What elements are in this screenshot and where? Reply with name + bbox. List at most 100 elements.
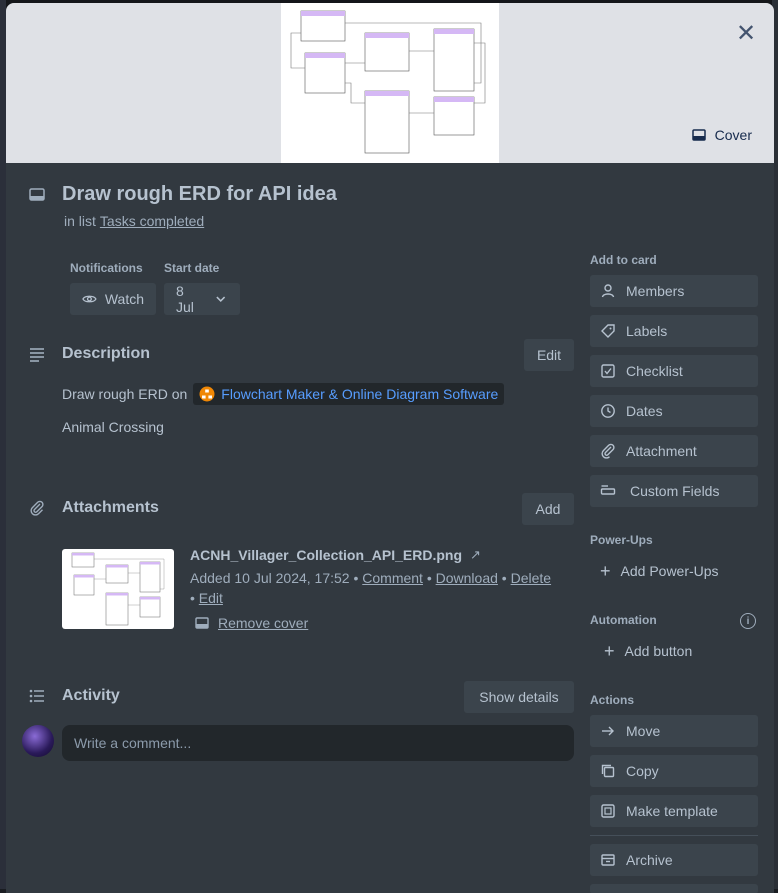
move-label: Move xyxy=(626,723,661,739)
person-icon xyxy=(601,284,615,298)
automation-label: Automation xyxy=(590,613,657,627)
notifications-label: Notifications xyxy=(70,261,143,275)
attachments-add-button[interactable]: Add xyxy=(522,493,574,525)
paperclip-icon xyxy=(26,497,48,519)
template-icon xyxy=(601,804,615,818)
separator-dot: • xyxy=(190,590,195,606)
actions-label: Actions xyxy=(590,693,635,707)
separator-dot: • xyxy=(353,570,359,586)
labels-button[interactable]: Labels xyxy=(590,315,758,347)
activity-header: Activity xyxy=(26,685,120,707)
make-template-button[interactable]: Make template xyxy=(590,795,758,827)
drawio-link-text: Flowchart Maker & Online Diagram Softwar… xyxy=(221,386,499,402)
avatar[interactable] xyxy=(22,725,54,757)
clock-icon xyxy=(601,404,615,418)
watch-label: Watch xyxy=(104,291,144,307)
move-button[interactable]: Move xyxy=(590,715,758,747)
close-button[interactable]: ✕ xyxy=(730,17,762,49)
attachments-header: Attachments xyxy=(26,497,159,519)
attachment-label: Attachment xyxy=(626,443,697,459)
start-date-button[interactable]: 8 Jul xyxy=(164,283,240,315)
start-date-value: 8 Jul xyxy=(176,283,194,315)
remove-cover-button[interactable]: Remove cover xyxy=(194,615,308,631)
cover-button[interactable]: Cover xyxy=(681,120,762,150)
archive-button[interactable]: Archive xyxy=(590,844,758,876)
card-header: Draw rough ERD for API idea xyxy=(26,183,337,206)
show-details-label: Show details xyxy=(479,689,559,705)
activity-icon xyxy=(26,685,48,707)
plus-icon: + xyxy=(604,640,615,661)
archive-icon xyxy=(601,854,615,866)
dates-button[interactable]: Dates xyxy=(590,395,758,427)
powerups-label: Power-Ups xyxy=(590,533,653,547)
members-label: Members xyxy=(626,283,685,299)
description-edit-label: Edit xyxy=(536,347,562,363)
external-link-icon[interactable]: ↗ xyxy=(470,547,481,563)
card-detail-modal: ✕ Cover Draw rough ERD for API idea in l… xyxy=(6,3,774,893)
description-edit-button[interactable]: Edit xyxy=(524,339,574,371)
custom-fields-label: Custom Fields xyxy=(630,483,720,499)
plus-icon: + xyxy=(600,560,611,581)
cover-button-label: Cover xyxy=(714,127,752,143)
make-template-label: Make template xyxy=(626,803,718,819)
info-icon[interactable]: i xyxy=(740,613,756,629)
attachment-title-row: ACNH_Villager_Collection_API_ERD.png ↗ xyxy=(190,547,481,563)
copy-label: Copy xyxy=(626,763,659,779)
start-date-label: Start date xyxy=(164,261,220,275)
checkbox-icon xyxy=(601,364,615,378)
watch-button[interactable]: Watch xyxy=(70,283,156,315)
card-cover-icon xyxy=(195,617,209,629)
add-powerups-button[interactable]: + Add Power-Ups xyxy=(590,555,758,587)
card-title[interactable]: Draw rough ERD for API idea xyxy=(62,183,337,206)
attachments-add-label: Add xyxy=(535,501,561,517)
tag-icon xyxy=(601,324,615,338)
activity-heading: Activity xyxy=(62,687,120,704)
copy-icon xyxy=(601,764,615,778)
attachment-meta: Added 10 Jul 2024, 17:52 • Comment • Dow… xyxy=(190,568,580,608)
attachment-edit-link[interactable]: Edit xyxy=(199,590,223,606)
card-cover: ✕ Cover xyxy=(6,3,774,163)
comment-input[interactable]: Write a comment... xyxy=(62,725,574,761)
description-body: Draw rough ERD on Flowchart Maker & Onli… xyxy=(62,383,505,405)
dates-label: Dates xyxy=(626,403,663,419)
description-icon xyxy=(26,343,48,365)
in-list-prefix: in list xyxy=(64,213,96,229)
members-button[interactable]: Members xyxy=(590,275,758,307)
attachment-download-link[interactable]: Download xyxy=(436,570,498,586)
close-icon: ✕ xyxy=(735,19,757,47)
description-text-prefix: Draw rough ERD on xyxy=(62,386,188,402)
copy-button[interactable]: Copy xyxy=(590,755,758,787)
chevron-down-icon xyxy=(215,296,225,303)
attachment-delete-link[interactable]: Delete xyxy=(511,570,551,586)
show-details-button[interactable]: Show details xyxy=(464,681,574,713)
attachment-added: Added 10 Jul 2024, 17:52 xyxy=(190,570,350,586)
description-header: Description xyxy=(26,343,150,365)
arrow-right-icon xyxy=(602,726,614,736)
field-icon xyxy=(600,485,616,495)
description-heading: Description xyxy=(62,345,151,362)
add-button-button[interactable]: + Add button xyxy=(590,635,758,667)
cover-image xyxy=(281,3,499,163)
add-to-card-label: Add to card xyxy=(590,253,657,267)
separator-dot: • xyxy=(501,570,507,586)
drawio-smart-link[interactable]: Flowchart Maker & Online Diagram Softwar… xyxy=(193,383,505,405)
add-button-label: Add button xyxy=(624,643,693,659)
labels-label: Labels xyxy=(626,323,668,339)
checklist-label: Checklist xyxy=(626,363,683,379)
attachment-filename[interactable]: ACNH_Villager_Collection_API_ERD.png xyxy=(190,547,462,563)
attachment-comment-link[interactable]: Comment xyxy=(362,570,423,586)
list-info: in list Tasks completed xyxy=(64,213,204,229)
paperclip-icon xyxy=(601,443,615,459)
actions-divider xyxy=(590,835,758,836)
attachment-button[interactable]: Attachment xyxy=(590,435,758,467)
add-powerups-label: Add Power-Ups xyxy=(620,563,719,579)
custom-fields-button[interactable]: Custom Fields xyxy=(590,475,758,507)
list-name-link[interactable]: Tasks completed xyxy=(100,213,204,229)
remove-cover-label: Remove cover xyxy=(218,615,309,631)
eye-icon xyxy=(82,295,97,303)
card-cover-icon xyxy=(691,129,706,141)
card-icon xyxy=(26,184,48,206)
checklist-button[interactable]: Checklist xyxy=(590,355,758,387)
archive-label: Archive xyxy=(626,852,673,868)
attachment-thumbnail[interactable] xyxy=(62,549,174,629)
